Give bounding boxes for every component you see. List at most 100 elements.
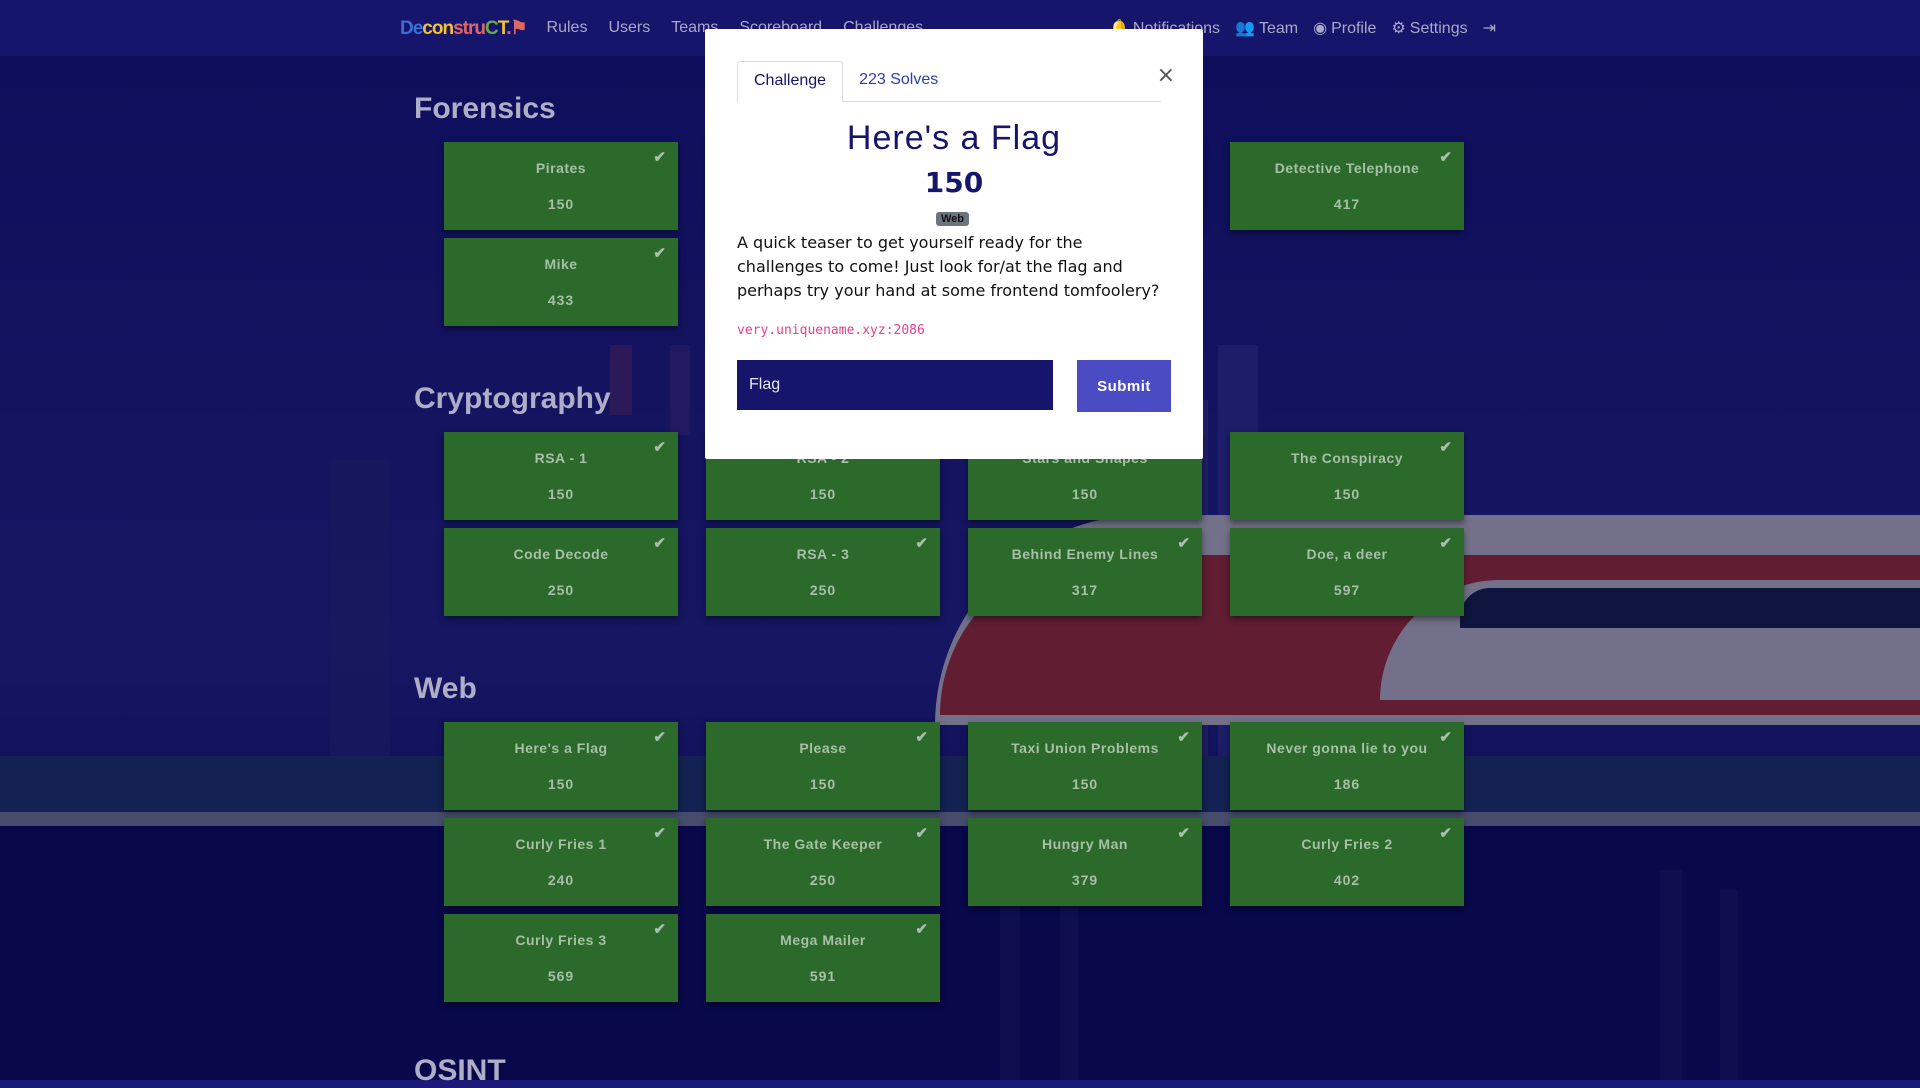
flag-input[interactable] bbox=[737, 360, 1053, 410]
challenge-card[interactable]: Mega Mailer 591 ✔ bbox=[706, 914, 940, 1002]
nav-team[interactable]: 👥 Team bbox=[1235, 18, 1298, 38]
challenge-card[interactable]: Curly Fries 1 240 ✔ bbox=[444, 818, 678, 906]
logout-button[interactable]: ⇥ bbox=[1483, 18, 1500, 38]
check-icon: ✔ bbox=[915, 825, 928, 842]
brand-part: T bbox=[497, 17, 507, 39]
challenge-card-name: Please bbox=[799, 740, 847, 756]
check-icon: ✔ bbox=[653, 245, 666, 262]
challenge-card-name: Code Decode bbox=[513, 546, 609, 562]
challenge-card-points: 186 bbox=[1333, 776, 1361, 792]
challenge-card[interactable]: The Gate Keeper 250 ✔ bbox=[706, 818, 940, 906]
challenge-card-points: 591 bbox=[809, 968, 837, 984]
challenge-card[interactable]: Behind Enemy Lines 317 ✔ bbox=[968, 528, 1202, 616]
check-icon: ✔ bbox=[653, 149, 666, 166]
challenge-card-points: 150 bbox=[547, 486, 575, 502]
tab-challenge[interactable]: Challenge bbox=[737, 61, 844, 103]
challenge-card[interactable]: Mike 433 ✔ bbox=[444, 238, 678, 326]
challenge-card-points: 250 bbox=[809, 582, 837, 598]
challenge-card[interactable]: Never gonna lie to you 186 ✔ bbox=[1230, 722, 1464, 810]
challenge-card-name: Mega Mailer bbox=[780, 932, 866, 948]
challenge-card-points: 150 bbox=[809, 776, 837, 792]
check-icon: ✔ bbox=[1439, 535, 1452, 552]
challenge-card[interactable]: Curly Fries 2 402 ✔ bbox=[1230, 818, 1464, 906]
check-icon: ✔ bbox=[1177, 825, 1190, 842]
challenge-card-name: Curly Fries 2 bbox=[1301, 836, 1393, 852]
challenge-tag-badge: Web bbox=[936, 212, 970, 226]
challenge-card-points: 150 bbox=[547, 776, 575, 792]
check-icon: ✔ bbox=[915, 729, 928, 746]
nav-team-label: Team bbox=[1258, 20, 1299, 37]
challenge-card-name: RSA - 3 bbox=[796, 546, 850, 562]
check-icon: ✔ bbox=[1439, 149, 1452, 166]
challenge-card[interactable]: The Conspiracy 150 ✔ bbox=[1230, 432, 1464, 520]
category-title-web: Web bbox=[414, 672, 477, 705]
challenge-card-points: 150 bbox=[809, 486, 837, 502]
challenge-card[interactable]: Please 150 ✔ bbox=[706, 722, 940, 810]
close-icon[interactable]: × bbox=[1157, 63, 1175, 88]
brand-part: stru bbox=[453, 17, 486, 39]
submit-flag-button[interactable]: Submit bbox=[1077, 360, 1171, 412]
check-icon: ✔ bbox=[915, 535, 928, 552]
brand-part: De bbox=[400, 17, 423, 39]
nav-rules[interactable]: Rules bbox=[547, 19, 588, 37]
check-icon: ✔ bbox=[653, 535, 666, 552]
nav-users[interactable]: Users bbox=[608, 19, 650, 37]
brand-logo[interactable]: DeconstruCT.⚑ bbox=[400, 17, 528, 40]
nav-profile[interactable]: ◉ Profile bbox=[1313, 18, 1376, 38]
nav-settings[interactable]: ⚙ Settings bbox=[1391, 18, 1467, 38]
challenge-card[interactable]: Taxi Union Problems 150 ✔ bbox=[968, 722, 1202, 810]
tab-solves[interactable]: 223 Solves bbox=[843, 61, 954, 101]
challenge-connection-link[interactable]: very.uniquename.xyz:2086 bbox=[737, 323, 925, 338]
category-title-forensics: Forensics bbox=[414, 92, 556, 125]
challenge-card-points: 150 bbox=[1071, 486, 1099, 502]
challenge-description: A quick teaser to get yourself ready for… bbox=[737, 233, 1160, 300]
challenge-card-name: Detective Telephone bbox=[1274, 160, 1420, 176]
challenge-card[interactable]: Doe, a deer 597 ✔ bbox=[1230, 528, 1464, 616]
challenge-card-name: Curly Fries 1 bbox=[515, 836, 607, 852]
check-icon: ✔ bbox=[653, 825, 666, 842]
challenge-card-name: Behind Enemy Lines bbox=[1011, 546, 1159, 562]
nav-profile-label: Profile bbox=[1331, 20, 1377, 37]
challenge-card-name: Here's a Flag bbox=[514, 740, 608, 756]
challenge-card-points: 250 bbox=[809, 872, 837, 888]
sign-out-icon: ⇥ bbox=[1482, 20, 1496, 37]
challenge-card[interactable]: RSA - 1 150 ✔ bbox=[444, 432, 678, 520]
nav-settings-label: Settings bbox=[1409, 20, 1468, 37]
check-icon: ✔ bbox=[1439, 825, 1452, 842]
challenge-card-points: 433 bbox=[547, 292, 575, 308]
challenge-card-name: Doe, a deer bbox=[1306, 546, 1388, 562]
challenge-card-name: RSA - 1 bbox=[534, 450, 588, 466]
check-icon: ✔ bbox=[653, 921, 666, 938]
user-circle-icon: ◉ bbox=[1313, 20, 1328, 37]
challenge-card[interactable]: RSA - 3 250 ✔ bbox=[706, 528, 940, 616]
check-icon: ✔ bbox=[1439, 439, 1452, 456]
brand-part: C bbox=[484, 17, 499, 39]
challenge-card-points: 417 bbox=[1333, 196, 1361, 212]
challenge-card[interactable]: Pirates 150 ✔ bbox=[444, 142, 678, 230]
check-icon: ✔ bbox=[1177, 535, 1190, 552]
check-icon: ✔ bbox=[1177, 729, 1190, 746]
check-icon: ✔ bbox=[653, 439, 666, 456]
challenge-card-name: The Conspiracy bbox=[1290, 450, 1404, 466]
modal-tabs: Challenge 223 Solves bbox=[737, 61, 1161, 103]
challenge-card[interactable]: Hungry Man 379 ✔ bbox=[968, 818, 1202, 906]
challenge-card-points: 317 bbox=[1071, 582, 1099, 598]
challenge-card[interactable]: Detective Telephone 417 ✔ bbox=[1230, 142, 1464, 230]
challenge-card-name: Taxi Union Problems bbox=[1011, 740, 1159, 756]
challenge-card[interactable]: Code Decode 250 ✔ bbox=[444, 528, 678, 616]
challenge-card[interactable]: Here's a Flag 150 ✔ bbox=[444, 722, 678, 810]
challenge-card-name: Mike bbox=[544, 256, 578, 272]
challenge-card-name: Hungry Man bbox=[1042, 836, 1128, 852]
challenge-card-points: 569 bbox=[547, 968, 575, 984]
challenge-card-points: 150 bbox=[1333, 486, 1361, 502]
challenge-card[interactable]: Curly Fries 3 569 ✔ bbox=[444, 914, 678, 1002]
challenge-card-name: Pirates bbox=[535, 160, 587, 176]
category-title-cryptography: Cryptography bbox=[414, 382, 611, 415]
users-icon: 👥 bbox=[1235, 20, 1255, 37]
challenge-card-name: The Gate Keeper bbox=[763, 836, 883, 852]
challenge-card-points: 250 bbox=[547, 582, 575, 598]
check-icon: ✔ bbox=[1439, 729, 1452, 746]
challenge-card-points: 379 bbox=[1071, 872, 1099, 888]
challenge-card-points: 240 bbox=[547, 872, 575, 888]
challenge-modal: Challenge 223 Solves × Here's a Flag 150… bbox=[705, 29, 1203, 459]
